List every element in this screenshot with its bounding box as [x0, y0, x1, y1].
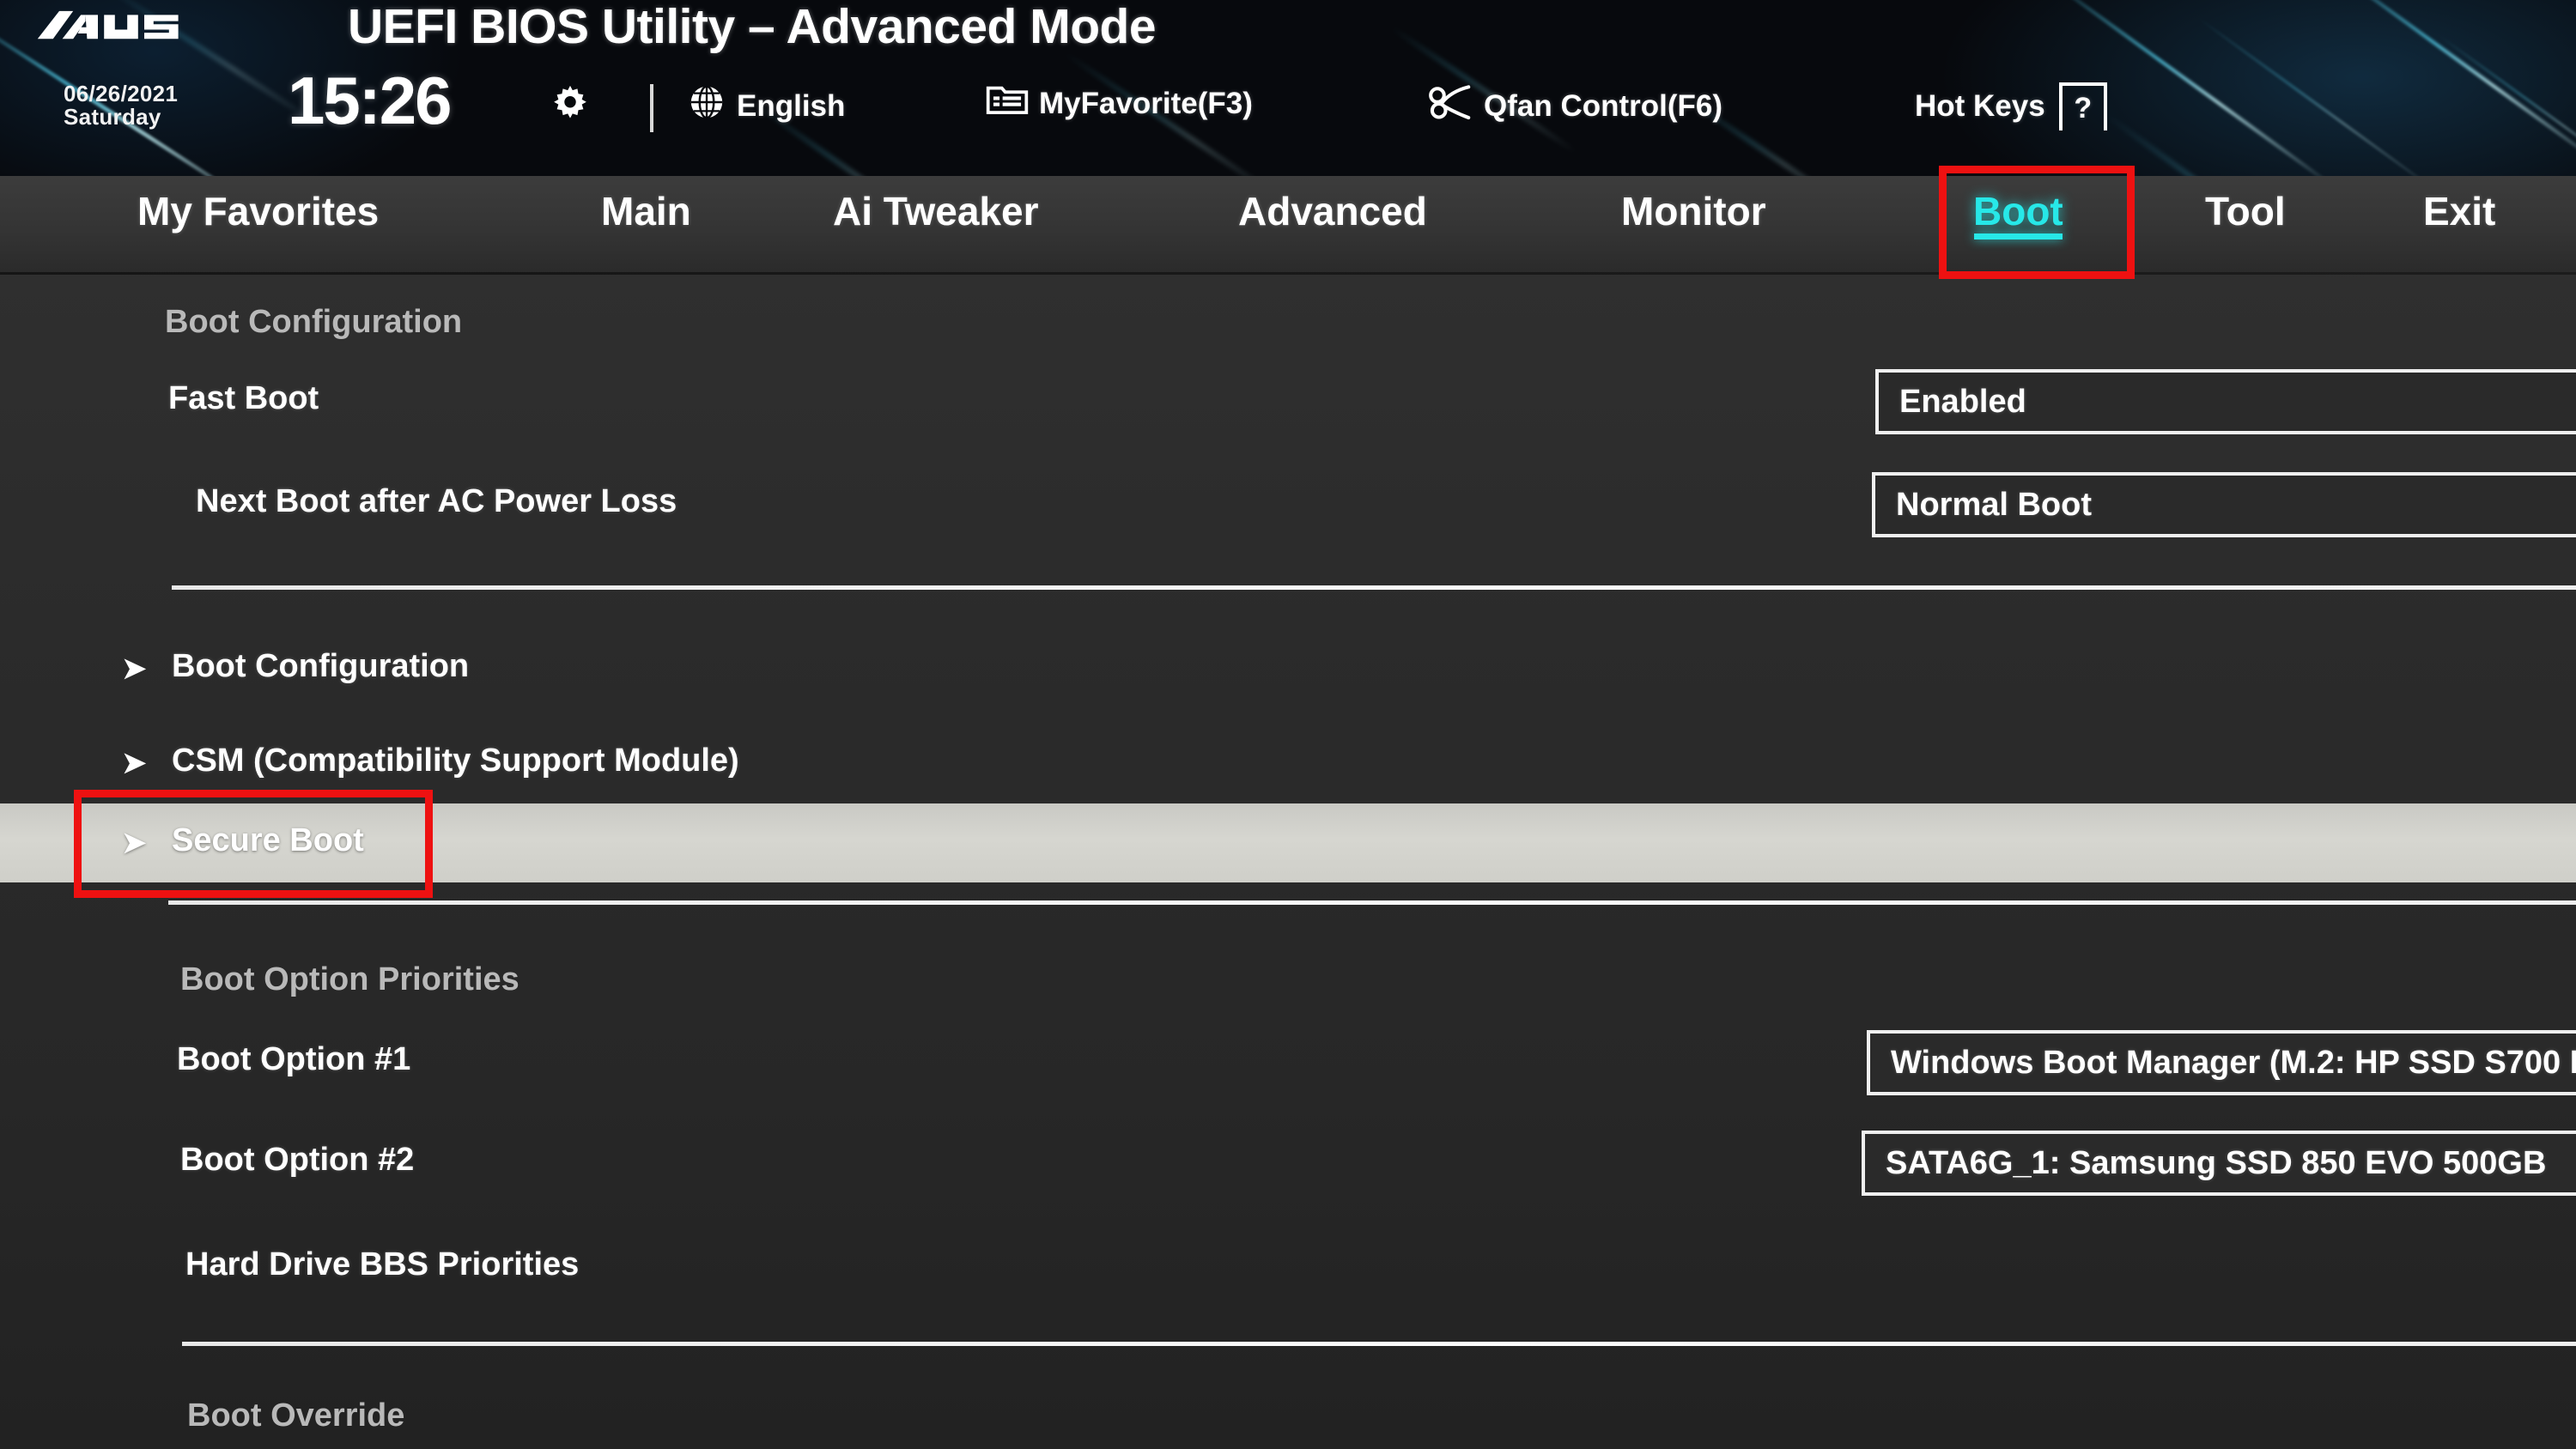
- qfan-control-button[interactable]: Qfan Control(F6): [1427, 82, 1722, 130]
- next-boot-value-box[interactable]: Normal Boot: [1872, 472, 2576, 537]
- toolbar-divider: [650, 84, 653, 132]
- chevron-right-icon: ➤: [122, 652, 147, 685]
- language-selector[interactable]: English: [687, 82, 845, 130]
- boot-option-2-value: SATA6G_1: Samsung SSD 850 EVO 500GB: [1886, 1144, 2547, 1181]
- tab-label: Ai Tweaker: [833, 189, 1039, 233]
- divider-2: [168, 900, 2576, 905]
- tab-label: My Favorites: [137, 189, 380, 233]
- date-value: 06/26/2021: [64, 81, 179, 106]
- tab-boot[interactable]: Boot: [1973, 188, 2063, 239]
- asus-logo: [36, 7, 191, 45]
- tab-label: Exit: [2423, 189, 2496, 233]
- section-header-boot-configuration: Boot Configuration: [165, 304, 463, 340]
- submenu-label-secure-boot: Secure Boot: [172, 822, 364, 858]
- clock-display: 15:26: [288, 63, 452, 138]
- language-label: English: [737, 88, 846, 123]
- tab-my-favorites[interactable]: My Favorites: [137, 188, 379, 234]
- myfavorite-button[interactable]: MyFavorite(F3): [986, 82, 1253, 124]
- tab-main[interactable]: Main: [601, 188, 691, 234]
- chevron-right-icon: ➤: [122, 747, 147, 779]
- submenu-row-secure-boot[interactable]: ➤ Secure Boot: [0, 803, 2576, 882]
- decorative-streak: [2317, 0, 2576, 173]
- tab-label: Boot: [1973, 189, 2063, 233]
- date-display: 06/26/2021 Saturday: [64, 82, 178, 130]
- decorative-streak: [2102, 112, 2313, 176]
- next-boot-label: Next Boot after AC Power Loss: [196, 483, 677, 519]
- tab-ai-tweaker[interactable]: Ai Tweaker: [833, 188, 1038, 234]
- settings-panel: Boot Configuration Fast Boot Enabled Nex…: [0, 275, 2576, 1449]
- hot-keys-label: Hot Keys: [1915, 89, 2045, 123]
- tab-tool[interactable]: Tool: [2205, 188, 2286, 234]
- fast-boot-value-box[interactable]: Enabled: [1875, 369, 2576, 434]
- decorative-streak: [2197, 17, 2442, 176]
- globe-icon: [687, 82, 726, 130]
- section-header-boot-option-priorities: Boot Option Priorities: [180, 961, 519, 997]
- page-title: UEFI BIOS Utility – Advanced Mode: [348, 0, 1157, 54]
- decorative-streak: [2438, 34, 2576, 176]
- boot-option-2-value-box[interactable]: SATA6G_1: Samsung SSD 850 EVO 500GB: [1862, 1131, 2576, 1196]
- tab-advanced[interactable]: Advanced: [1238, 188, 1427, 234]
- tab-monitor[interactable]: Monitor: [1621, 188, 1766, 234]
- boot-option-1-value: Windows Boot Manager (M.2: HP SSD S700 P…: [1891, 1044, 2576, 1081]
- divider-3: [182, 1342, 2576, 1346]
- next-boot-value: Normal Boot: [1896, 486, 2092, 523]
- qfan-label: Qfan Control(F6): [1484, 88, 1723, 123]
- main-menu-bar: My Favorites Main Ai Tweaker Advanced Mo…: [0, 176, 2576, 275]
- submenu-label-boot-configuration: Boot Configuration: [172, 648, 470, 684]
- divider-1: [172, 585, 2576, 590]
- submenu-label-csm: CSM (Compatibility Support Module): [172, 743, 739, 779]
- tab-label: Advanced: [1238, 189, 1427, 233]
- fast-boot-value: Enabled: [1899, 383, 2026, 420]
- bios-header: UEFI BIOS Utility – Advanced Mode 06/26/…: [0, 0, 2576, 176]
- hard-drive-bbs-label: Hard Drive BBS Priorities: [185, 1246, 580, 1282]
- question-key-icon: ?: [2058, 82, 2107, 130]
- tab-label: Tool: [2205, 189, 2286, 233]
- gear-icon[interactable]: [548, 82, 592, 127]
- bios-screen: UEFI BIOS Utility – Advanced Mode 06/26/…: [0, 0, 2576, 1449]
- question-mark: ?: [2074, 92, 2093, 124]
- chevron-right-icon: ➤: [122, 827, 147, 859]
- list-folder-icon: [986, 82, 1029, 124]
- tab-exit[interactable]: Exit: [2423, 188, 2495, 234]
- tab-label: Monitor: [1621, 189, 1766, 233]
- fast-boot-label: Fast Boot: [168, 380, 319, 416]
- section-header-boot-override: Boot Override: [187, 1397, 405, 1434]
- tab-label: Main: [601, 189, 691, 233]
- myfavorite-label: MyFavorite(F3): [1039, 86, 1253, 120]
- boot-option-1-value-box[interactable]: Windows Boot Manager (M.2: HP SSD S700 P…: [1867, 1030, 2576, 1095]
- weekday-value: Saturday: [64, 104, 161, 130]
- boot-option-2-label: Boot Option #2: [180, 1142, 415, 1178]
- boot-option-1-label: Boot Option #1: [177, 1041, 411, 1077]
- fan-icon: [1427, 82, 1473, 130]
- hot-keys-button[interactable]: Hot Keys ?: [1915, 82, 2107, 130]
